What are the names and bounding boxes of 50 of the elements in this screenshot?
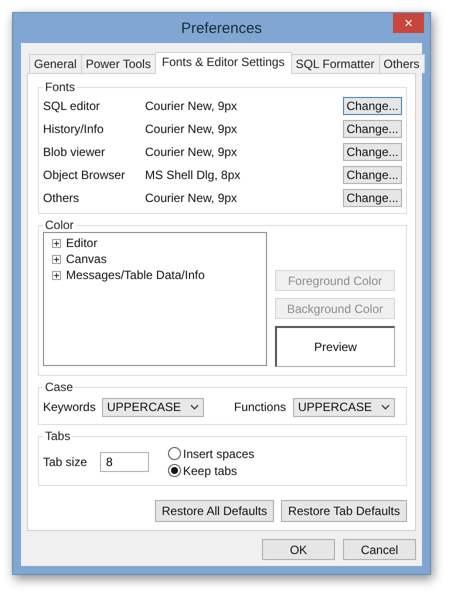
- font-value: Courier New, 9px: [145, 190, 238, 204]
- tree-item[interactable]: Messages/Table Data/Info: [66, 268, 205, 282]
- close-button[interactable]: ✕: [393, 13, 424, 33]
- group-title: Case: [44, 380, 74, 394]
- dropdown-value: UPPERCASE: [298, 400, 372, 414]
- radio-button[interactable]: [168, 464, 181, 477]
- change-button[interactable]: Change...: [343, 142, 402, 160]
- field-label: Keywords: [43, 400, 97, 414]
- color-preview: Preview: [275, 326, 395, 367]
- chevron-down-icon: [381, 404, 390, 410]
- font-setting-label: Others: [43, 190, 80, 204]
- window-title: Preferences: [181, 20, 262, 36]
- radio-button[interactable]: [168, 447, 181, 460]
- tree-item[interactable]: Editor: [66, 236, 98, 250]
- font-setting-label: History/Info: [43, 122, 105, 136]
- font-setting-label: Object Browser: [43, 168, 126, 182]
- font-setting-label: Blob viewer: [43, 144, 106, 158]
- chevron-down-icon: [190, 404, 199, 410]
- expand-icon[interactable]: [52, 270, 61, 280]
- group-title: Tabs: [44, 429, 72, 443]
- group-title: Fonts: [44, 80, 76, 94]
- case-dropdown[interactable]: UPPERCASE: [293, 398, 395, 416]
- change-button[interactable]: Change...: [343, 188, 402, 206]
- case-dropdown[interactable]: UPPERCASE: [102, 398, 204, 416]
- tab[interactable]: General: [29, 54, 82, 73]
- font-value: Courier New, 9px: [145, 98, 238, 112]
- field-label: Tab size: [43, 455, 88, 469]
- change-button[interactable]: Change...: [343, 96, 402, 114]
- expand-icon[interactable]: [52, 254, 61, 264]
- font-value: MS Shell Dlg, 8px: [145, 168, 242, 182]
- change-button[interactable]: Change...: [343, 120, 402, 138]
- font-value: Courier New, 9px: [145, 122, 238, 136]
- tab[interactable]: Others: [378, 54, 425, 73]
- dialog-button[interactable]: OK: [262, 539, 335, 560]
- field-label: Functions: [234, 400, 288, 414]
- expand-icon[interactable]: [52, 238, 61, 248]
- group-title: Color: [44, 218, 75, 232]
- tab-size-field[interactable]: 8: [100, 452, 149, 472]
- restore-button[interactable]: Restore All Defaults: [154, 500, 274, 522]
- tab[interactable]: SQL Formatter: [290, 54, 380, 73]
- restore-button[interactable]: Restore Tab Defaults: [281, 500, 407, 522]
- dropdown-value: UPPERCASE: [107, 400, 182, 414]
- change-button[interactable]: Change...: [343, 166, 402, 184]
- tree-item[interactable]: Canvas: [66, 252, 107, 266]
- font-value: Courier New, 9px: [145, 144, 238, 158]
- tab[interactable]: Fonts & Editor Settings: [154, 52, 292, 74]
- dialog-button[interactable]: Cancel: [343, 539, 416, 560]
- font-setting-label: SQL editor: [43, 98, 101, 112]
- radio-label: Keep tabs: [183, 464, 238, 478]
- radio-label: Insert spaces: [183, 446, 254, 460]
